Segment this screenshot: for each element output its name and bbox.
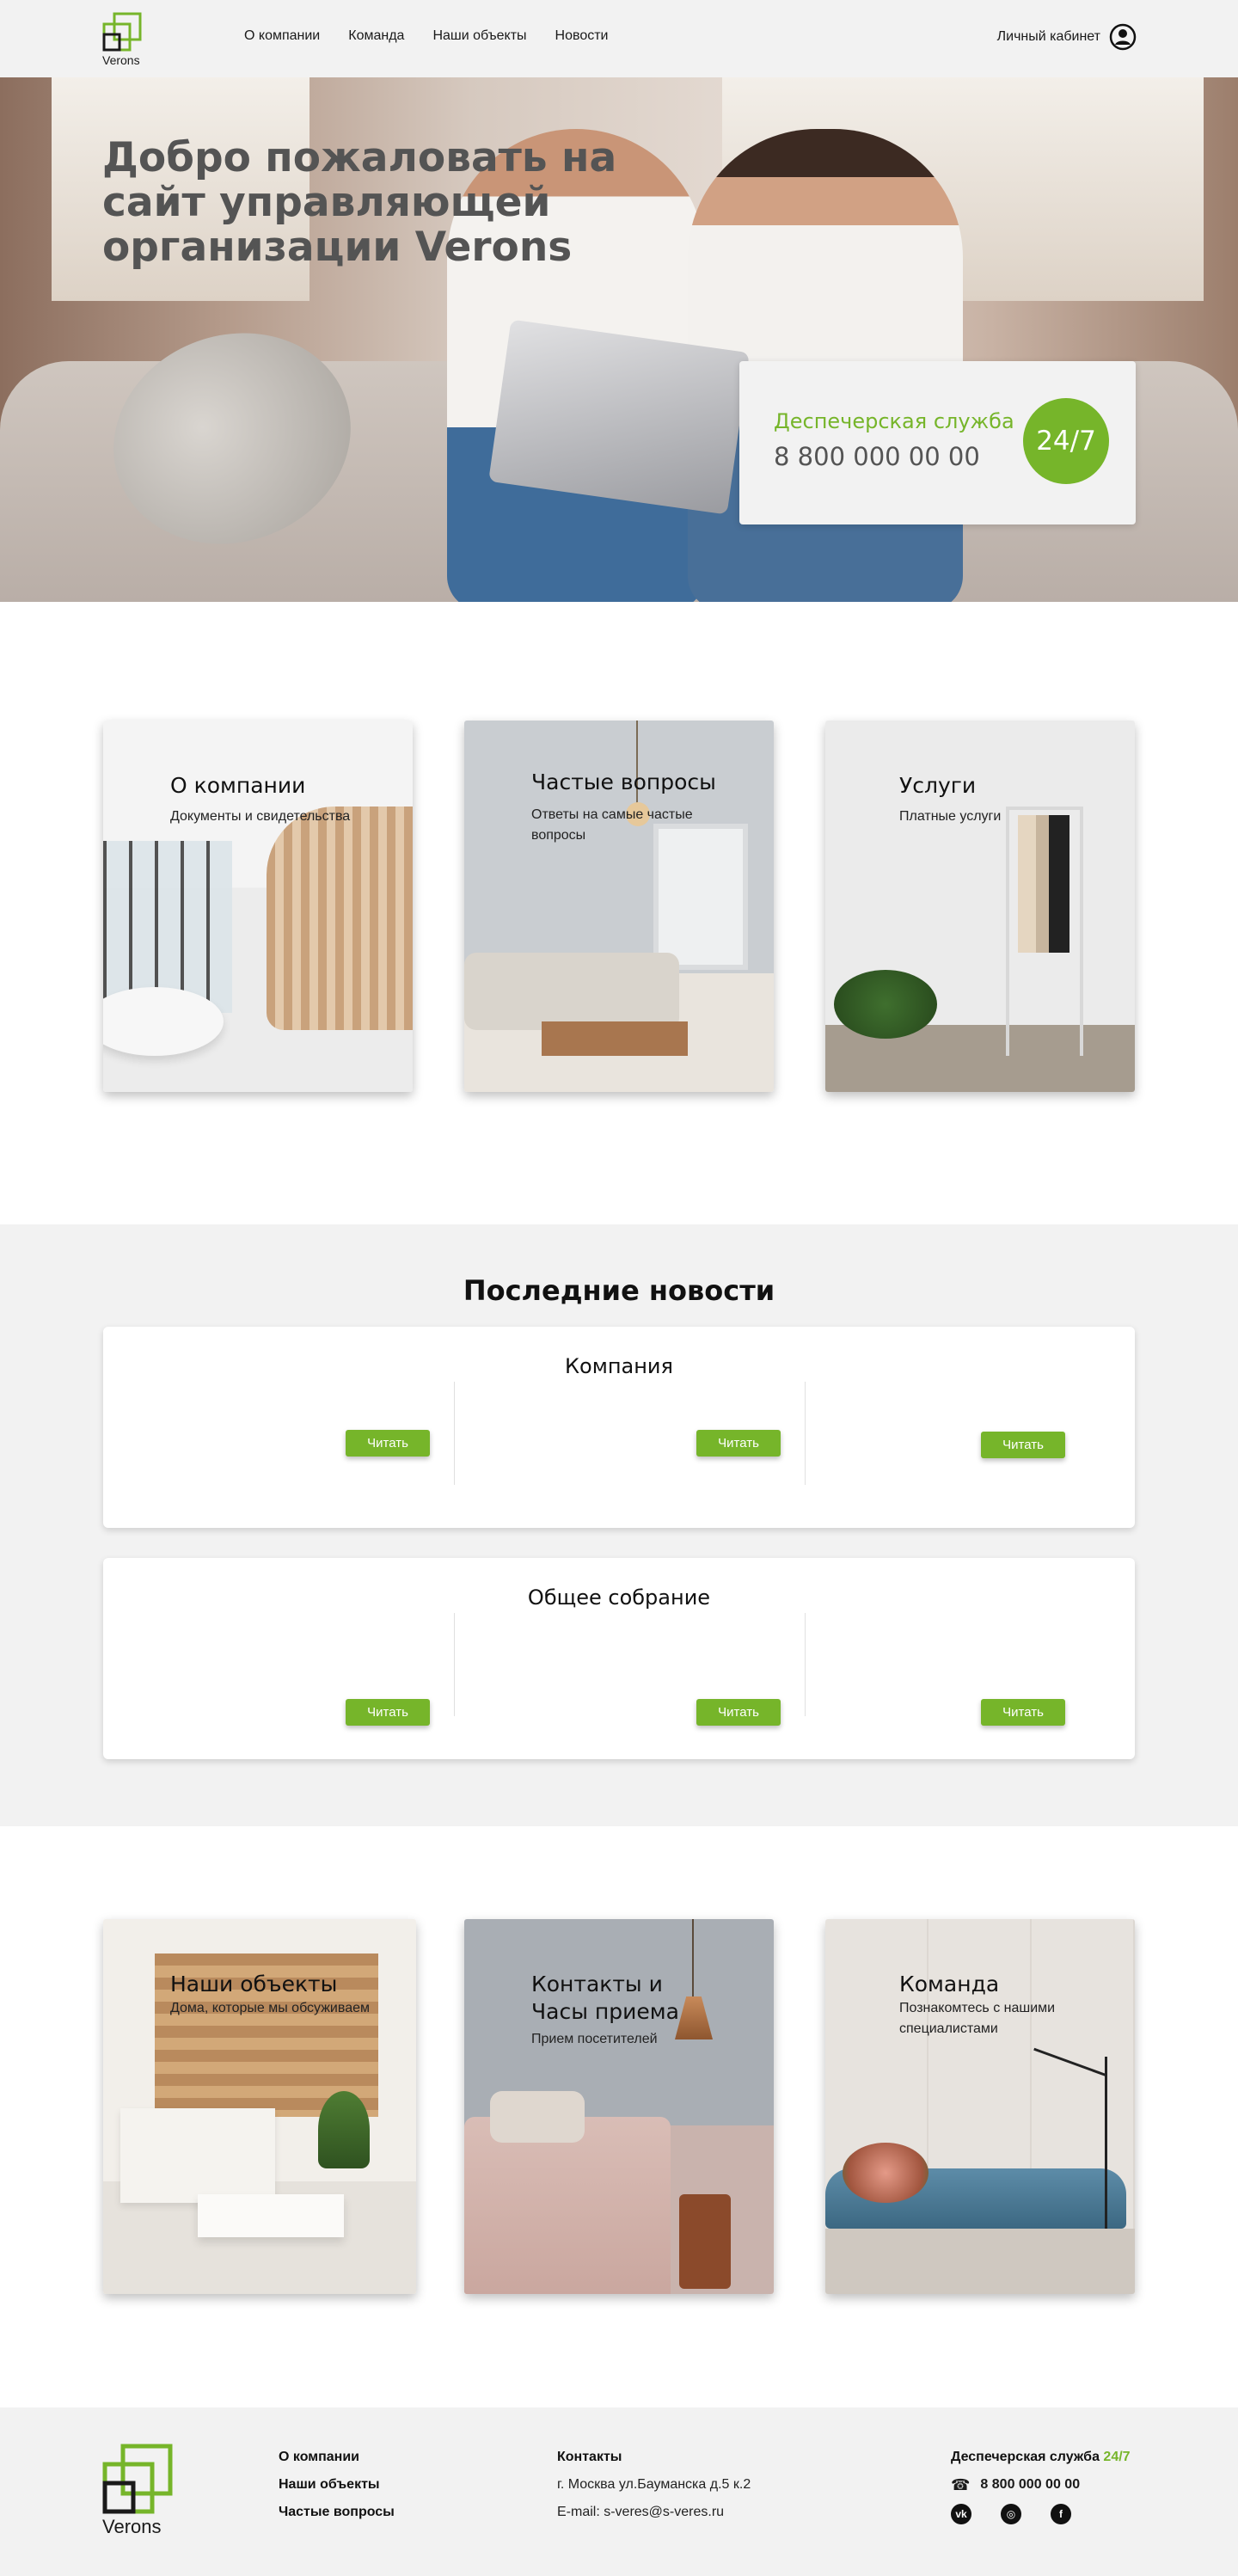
card-image	[679, 2194, 731, 2289]
read-button[interactable]: Читать	[346, 1699, 430, 1726]
main-nav: О компании Команда Наши объекты Новости	[244, 28, 608, 44]
hero-laptop	[488, 319, 750, 515]
footer-link-about[interactable]: О компании	[279, 2444, 395, 2471]
dispatch-label: Деспечерская служба	[774, 409, 1014, 433]
news-section: Последние новости Компания Читать Читать…	[0, 1224, 1238, 1826]
site-header: Verons О компании Команда Наши объекты Н…	[0, 0, 1238, 77]
news-block: Компания Читать Читать Читать	[103, 1327, 1135, 1528]
footer-logo-text: Verons	[102, 2516, 162, 2537]
site-footer: Verons О компании Наши объекты Частые во…	[0, 2407, 1238, 2576]
nav-item-about[interactable]: О компании	[244, 28, 320, 44]
card-image	[464, 953, 679, 1030]
logo[interactable]: Verons	[102, 12, 145, 67]
card-image	[843, 2143, 929, 2203]
cabinet-label: Личный кабинет	[996, 29, 1100, 44]
card-subtitle: Документы и свидетельства	[170, 809, 351, 824]
footer-phone: 8 800 000 00 00	[980, 2477, 1081, 2492]
card-subtitle: Ответы на самые частые вопросы	[531, 807, 693, 843]
social-links: vk ◎ f	[951, 2504, 1166, 2524]
card-title: О компании	[170, 773, 306, 798]
read-button[interactable]: Читать	[346, 1430, 430, 1457]
card-image	[1018, 815, 1069, 953]
news-heading: Последние новости	[463, 1274, 775, 1307]
card-image	[542, 1021, 688, 1056]
footer-contacts: Контакты г. Москва ул.Бауманска д.5 к.2 …	[557, 2444, 751, 2526]
nav-item-objects[interactable]: Наши объекты	[432, 28, 526, 44]
card-subtitle: Познакомтесь с нашими специалистами	[899, 2001, 1056, 2036]
phone-icon: ☎	[951, 2476, 971, 2493]
dispatch-phone[interactable]: 8 800 000 00 00	[774, 442, 980, 471]
footer-email[interactable]: E-mail: s-veres@s-veres.ru	[557, 2499, 751, 2526]
card-subtitle: Дома, которые мы обсуживаем	[170, 2001, 370, 2015]
dispatch-card: Деспечерская служба 8 800 000 00 00 24/7	[739, 361, 1136, 524]
card-about[interactable]: О компании Документы и свидетельства	[103, 721, 413, 1092]
user-circle-icon	[1109, 23, 1137, 51]
card-image	[318, 2091, 370, 2168]
card-contacts[interactable]: Контакты и Часы приема Прием посетителей	[464, 1919, 774, 2294]
card-team[interactable]: Команда Познакомтесь с нашими специалист…	[825, 1919, 1135, 2294]
read-button[interactable]: Читать	[981, 1699, 1065, 1726]
card-image	[692, 1919, 694, 1996]
logo-mark-icon	[102, 12, 142, 52]
logo-mark-icon	[102, 2444, 173, 2514]
card-subtitle: Платные услуги	[899, 809, 1002, 824]
footer-dispatch-head: Деспечерская служба 24/7	[951, 2444, 1166, 2471]
facebook-icon[interactable]: f	[1051, 2504, 1071, 2524]
footer-phone-row[interactable]: ☎ 8 800 000 00 00	[951, 2471, 1166, 2499]
card-title: Контакты и Часы приема	[531, 1972, 679, 2024]
instagram-icon[interactable]: ◎	[1001, 2504, 1021, 2524]
news-block-title: Общее собрание	[527, 1585, 711, 1610]
card-objects[interactable]: Наши объекты Дома, которые мы обсуживаем	[103, 1919, 416, 2294]
read-button[interactable]: Читать	[696, 1699, 781, 1726]
logo-text: Verons	[102, 53, 140, 67]
nav-item-team[interactable]: Команда	[348, 28, 404, 44]
nav-item-news[interactable]: Новости	[555, 28, 609, 44]
card-image	[1105, 2057, 1107, 2229]
cabinet-link[interactable]: Личный кабинет	[997, 23, 1137, 51]
hero-title: Добро пожаловать на сайт управляющей орг…	[102, 134, 617, 271]
card-title: Наши объекты	[170, 1972, 338, 1996]
card-image	[825, 2229, 1135, 2294]
read-button[interactable]: Читать	[696, 1430, 781, 1457]
card-title: Услуги	[899, 773, 977, 798]
footer-dispatch-label: Деспечерская служба	[951, 2450, 1100, 2464]
footer-link-faq[interactable]: Частые вопросы	[279, 2499, 395, 2526]
card-faq[interactable]: Частые вопросы Ответы на самые частые во…	[464, 721, 774, 1092]
footer-dispatch: Деспечерская служба 24/7 ☎ 8 800 000 00 …	[951, 2444, 1166, 2524]
news-block: Общее собрание Читать Читать Читать	[103, 1558, 1135, 1759]
news-divider	[805, 1613, 806, 1716]
card-image	[464, 2117, 671, 2294]
card-services[interactable]: Услуги Платные услуги	[825, 721, 1135, 1092]
footer-dispatch-badge: 24/7	[1103, 2450, 1131, 2464]
read-button[interactable]: Читать	[981, 1432, 1065, 1458]
card-title: Команда	[899, 1972, 1000, 1996]
news-block-title: Компания	[565, 1354, 673, 1378]
footer-link-objects[interactable]: Наши объекты	[279, 2471, 395, 2499]
footer-links: О компании Наши объекты Частые вопросы	[279, 2444, 395, 2526]
vk-icon[interactable]: vk	[951, 2504, 971, 2524]
hero-banner: Добро пожаловать на сайт управляющей орг…	[0, 77, 1238, 602]
card-image	[490, 2091, 585, 2143]
news-divider	[454, 1613, 455, 1716]
card-image	[267, 807, 413, 1030]
footer-contacts-head: Контакты	[557, 2450, 622, 2464]
footer-address: г. Москва ул.Бауманска д.5 к.2	[557, 2477, 751, 2492]
footer-logo[interactable]: Verons	[102, 2444, 173, 2538]
news-divider	[454, 1382, 455, 1485]
card-image	[198, 2194, 344, 2237]
card-image	[120, 2108, 275, 2203]
card-subtitle: Прием посетителей	[531, 2032, 658, 2046]
dispatch-badge: 24/7	[1023, 398, 1109, 484]
card-title: Частые вопросы	[531, 770, 716, 794]
news-divider	[805, 1382, 806, 1485]
card-image	[834, 970, 937, 1039]
